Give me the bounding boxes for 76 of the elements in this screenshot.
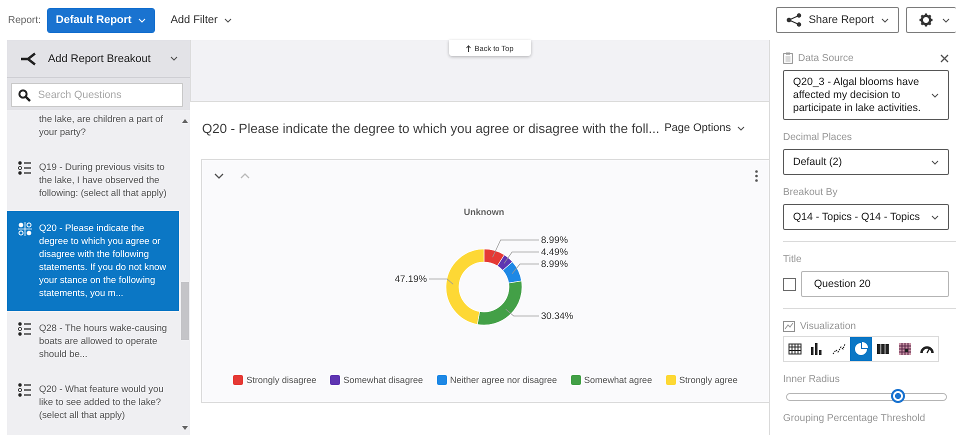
- caret-icon: [224, 18, 232, 22]
- legend-label: Somewhat agree: [584, 375, 652, 385]
- report-dropdown[interactable]: Default Report: [46, 8, 155, 32]
- caret-icon: [931, 214, 939, 220]
- legend-label: Strongly disagree: [246, 375, 316, 385]
- legend-label: Strongly agree: [679, 375, 738, 385]
- clipboard-icon: [783, 52, 793, 64]
- share-report-button[interactable]: Share Report: [776, 7, 899, 33]
- data-label: 4.49%: [541, 247, 568, 258]
- gear-icon: [919, 13, 933, 27]
- donut-slice: [497, 254, 513, 271]
- report-label: Report:: [8, 14, 41, 26]
- title-label: Title: [783, 254, 803, 265]
- question-item[interactable]: Q19 - During previous visits to the lake, I have observed the following: (select all that apply): [7, 150, 179, 211]
- legend-swatch: [436, 375, 447, 385]
- leader-line: [512, 264, 540, 274]
- legend-swatch: [330, 375, 340, 385]
- question-item[interactable]: Q20 - Please indicate the degree to which you agree or disagree with the following statements. If you do not know your stance on the following statements, you m...: [7, 211, 179, 311]
- heatmap-chart-icon: [898, 342, 912, 356]
- stacked-chart-icon: [876, 342, 890, 356]
- legend-label: Somewhat disagree: [343, 375, 423, 385]
- breakout-by-label: Breakout By: [783, 187, 838, 198]
- grouping-threshold-label: Grouping Percentage Threshold: [783, 413, 926, 424]
- data-source-dropdown[interactable]: Q20_3 - Algal blooms have affected my decision to participate in lake activities.: [783, 70, 949, 120]
- data-label: 8.99%: [541, 259, 568, 270]
- up-arrow-icon: [466, 44, 472, 52]
- data-label: 8.99%: [541, 235, 568, 246]
- question-item[interactable]: the lake, are children a part of your party?: [7, 110, 179, 150]
- chart-icon: [783, 321, 795, 332]
- caret-icon: [170, 56, 178, 61]
- legend-swatch: [571, 375, 582, 385]
- caret-icon: [942, 18, 950, 22]
- caret-icon: [881, 18, 889, 22]
- line-chart-icon: [832, 342, 846, 356]
- legend-label: Neither agree nor disagree: [450, 375, 558, 385]
- more-options-icon[interactable]: [755, 170, 758, 182]
- pie-chart-icon: [854, 342, 868, 356]
- add-filter-dropdown[interactable]: Add Filter: [166, 14, 236, 26]
- leader-line: [428, 278, 454, 285]
- table-chart-icon: [788, 342, 802, 356]
- legend-swatch: [666, 375, 676, 385]
- list-icon: [18, 383, 32, 397]
- decimal-places-dropdown[interactable]: Default (2): [783, 149, 949, 175]
- list-icon: [18, 161, 32, 175]
- add-breakout-dropdown[interactable]: Add Report Breakout: [7, 40, 190, 78]
- page-options-dropdown[interactable]: Page Options: [660, 122, 749, 134]
- decimal-places-label: Decimal Places: [783, 132, 853, 143]
- share-icon: [786, 13, 802, 27]
- leader-line: [505, 308, 540, 316]
- matrix-icon: [18, 222, 32, 236]
- caret-icon: [138, 18, 146, 22]
- visualization-label: Visualization: [783, 321, 949, 332]
- pie-chart-button[interactable]: [850, 337, 872, 361]
- settings-button[interactable]: [906, 7, 956, 33]
- search-field[interactable]: Search Questions: [11, 83, 183, 107]
- caret-icon: [931, 92, 939, 98]
- title-field[interactable]: Question 20: [801, 271, 949, 297]
- data-label: 30.34%: [541, 311, 574, 322]
- breakout-by-dropdown[interactable]: Q14 - Topics - Q14 - Topics: [783, 204, 949, 230]
- legend-swatch: [233, 375, 244, 385]
- question-item[interactable]: Q20 - What feature would you like to see added to the lake? (select all that apply): [7, 372, 179, 433]
- caret-icon: [931, 160, 939, 164]
- slider-thumb[interactable]: [891, 389, 906, 403]
- data-source-label: Data Source: [783, 52, 854, 64]
- inner-radius-label: Inner Radius: [783, 374, 841, 385]
- collapse-icon[interactable]: [214, 173, 224, 179]
- data-label: 47.19%: [394, 274, 427, 285]
- branch-icon: [20, 52, 38, 66]
- list-icon: [18, 322, 32, 336]
- close-icon[interactable]: [940, 54, 949, 62]
- question-item[interactable]: Q28 - The hours wake-causing boats are allowed to operate should be...: [7, 311, 179, 372]
- bar-chart-icon: [810, 342, 824, 356]
- title-checkbox[interactable]: [783, 278, 796, 290]
- chart-title: Unknown: [464, 207, 504, 217]
- caret-icon: [737, 126, 745, 130]
- page-title: Q20 - Please indicate the degree to which you agree or disagree with the foll...: [202, 120, 660, 136]
